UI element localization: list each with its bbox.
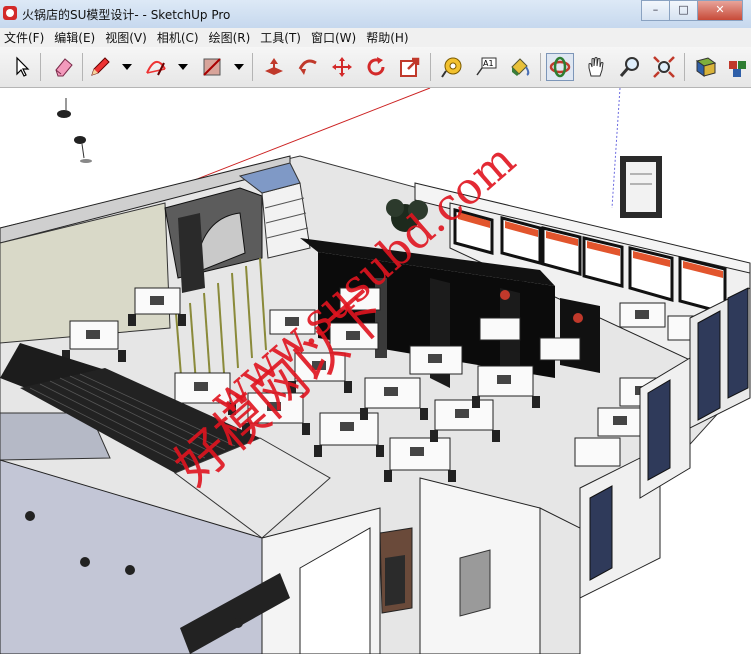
eraser-icon[interactable]: [50, 53, 78, 81]
sketchup-app-icon[interactable]: [3, 6, 17, 20]
window-title: 火锅店的SU模型设计- - SketchUp Pro: [22, 8, 231, 22]
svg-text:A1: A1: [483, 59, 494, 68]
lamp-2: [74, 136, 92, 163]
components-icon[interactable]: [692, 53, 720, 81]
rotate-icon[interactable]: [362, 53, 390, 81]
move-icon[interactable]: [328, 53, 356, 81]
menu-window[interactable]: 窗口(W): [307, 29, 362, 46]
menu-tools[interactable]: 工具(T): [256, 29, 307, 46]
zoom-extents-icon[interactable]: [650, 53, 678, 81]
main-toolbar: A1: [0, 47, 751, 88]
text-icon[interactable]: A1: [472, 53, 500, 81]
pencil-icon[interactable]: [86, 53, 114, 81]
lamp-1: [57, 98, 71, 118]
title-bar: 火锅店的SU模型设计- - SketchUp Pro – □ ✕: [0, 0, 751, 29]
maximize-button[interactable]: □: [669, 0, 698, 21]
menu-camera[interactable]: 相机(C): [153, 29, 205, 46]
menu-draw[interactable]: 绘图(R): [205, 29, 257, 46]
minimize-button[interactable]: –: [641, 0, 670, 21]
follow-me-icon[interactable]: [294, 53, 322, 81]
model-viewport[interactable]: 好模网以下 www.susubd.com: [0, 88, 751, 654]
window-controls: – □ ✕: [641, 0, 743, 21]
orbit-icon[interactable]: [546, 53, 574, 81]
tape-measure-icon[interactable]: [438, 53, 466, 81]
menu-view[interactable]: 视图(V): [101, 29, 153, 46]
zoom-icon[interactable]: [616, 53, 644, 81]
warehouse-icon[interactable]: [724, 53, 751, 81]
rectangle-icon[interactable]: [198, 53, 226, 81]
menu-file[interactable]: 文件(F): [0, 29, 50, 46]
offset-icon[interactable]: [396, 53, 424, 81]
wall-picture: [620, 156, 662, 218]
arc-icon[interactable]: [142, 53, 170, 81]
push-pull-icon[interactable]: [260, 53, 288, 81]
menu-help[interactable]: 帮助(H): [362, 29, 414, 46]
close-button[interactable]: ✕: [697, 0, 743, 21]
select-icon[interactable]: [8, 53, 36, 81]
blue-axis: [611, 88, 621, 209]
paint-bucket-icon[interactable]: [506, 53, 534, 81]
menu-bar: 文件(F) 编辑(E) 视图(V) 相机(C) 绘图(R) 工具(T) 窗口(W…: [0, 28, 751, 47]
menu-edit[interactable]: 编辑(E): [50, 29, 101, 46]
pan-icon[interactable]: [582, 53, 610, 81]
